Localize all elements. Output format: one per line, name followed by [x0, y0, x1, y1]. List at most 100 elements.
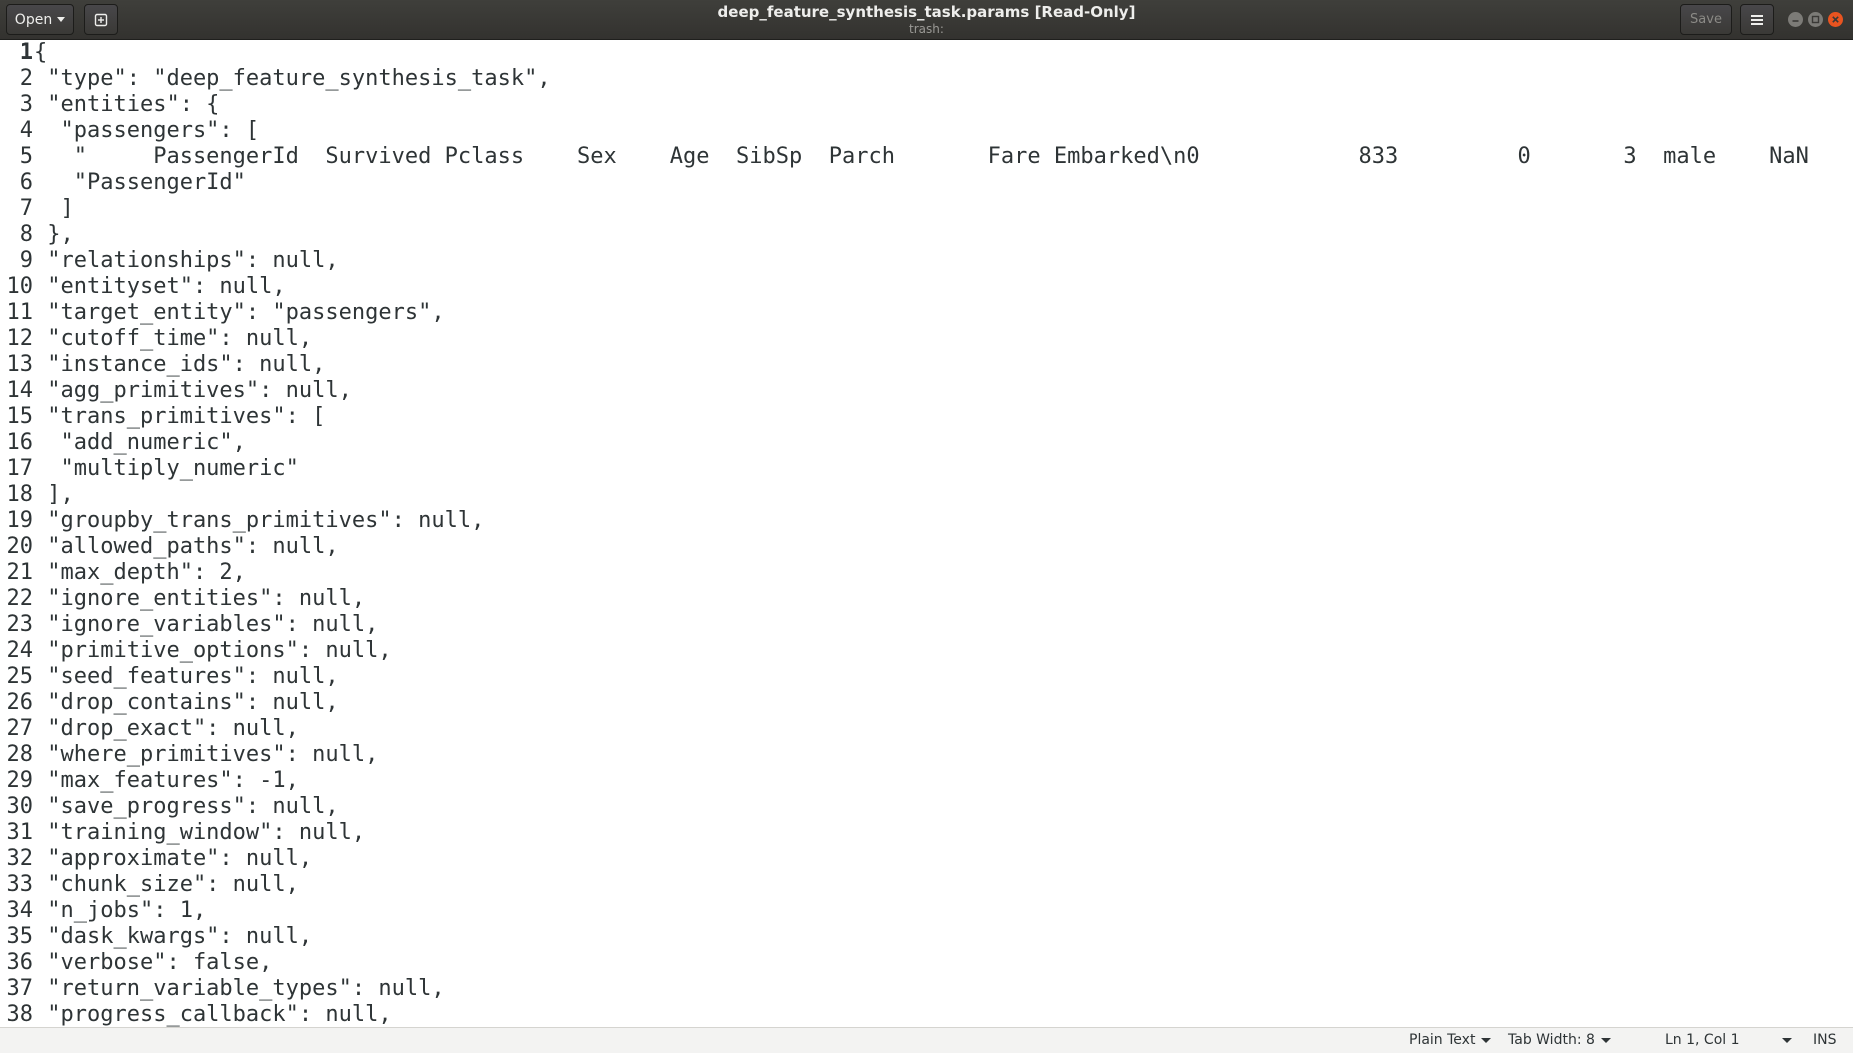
code-line[interactable]: 29 "max_features": -1, — [0, 768, 299, 794]
open-button[interactable]: Open — [6, 4, 74, 35]
line-text: "training_window": null, — [34, 820, 366, 845]
code-line[interactable]: 10 "entityset": null, — [0, 274, 286, 300]
code-line[interactable]: 3 "entities": { — [0, 92, 220, 118]
maximize-icon — [1811, 15, 1820, 24]
status-bar: Plain Text Tab Width: 8 Ln 1, Col 1 INS — [0, 1027, 1853, 1053]
code-line[interactable]: 7 ] — [0, 196, 74, 222]
code-line[interactable]: 6 "PassengerId" — [0, 170, 246, 196]
save-button[interactable]: Save — [1680, 4, 1732, 35]
line-text: "seed_features": null, — [34, 664, 339, 689]
line-number: 38 — [6, 1002, 34, 1027]
line-number: 35 — [6, 924, 34, 949]
line-text: "trans_primitives": [ — [34, 404, 326, 429]
code-line[interactable]: 9 "relationships": null, — [0, 248, 339, 274]
tab-width-selector[interactable]: Tab Width: 8 — [1508, 1032, 1611, 1048]
code-line[interactable]: 25 "seed_features": null, — [0, 664, 339, 690]
line-text: "PassengerId" — [34, 170, 246, 195]
code-line[interactable]: 26 "drop_contains": null, — [0, 690, 339, 716]
line-text: "dask_kwargs": null, — [34, 924, 313, 949]
line-number: 11 — [6, 300, 34, 325]
window-subtitle: trash: — [909, 22, 944, 36]
cursor-position-label: Ln 1, Col 1 — [1665, 1032, 1740, 1048]
line-text: "progress_callback": null, — [34, 1002, 392, 1027]
line-text: "cutoff_time": null, — [34, 326, 313, 351]
code-line[interactable]: 13 "instance_ids": null, — [0, 352, 326, 378]
line-number: 31 — [6, 820, 34, 845]
code-line[interactable]: 33 "chunk_size": null, — [0, 872, 299, 898]
close-icon — [1832, 16, 1839, 23]
line-number: 20 — [6, 534, 34, 559]
code-line[interactable]: 4 "passengers": [ — [0, 118, 259, 144]
line-number: 12 — [6, 326, 34, 351]
close-button[interactable] — [1828, 12, 1843, 27]
code-line[interactable]: 28 "where_primitives": null, — [0, 742, 379, 768]
language-label: Plain Text — [1409, 1032, 1476, 1048]
line-text: "relationships": null, — [34, 248, 339, 273]
line-number: 21 — [6, 560, 34, 585]
menu-button[interactable] — [1740, 4, 1774, 35]
line-number: 16 — [6, 430, 34, 455]
line-text: "verbose": false, — [34, 950, 273, 975]
code-line[interactable]: 14 "agg_primitives": null, — [0, 378, 352, 404]
line-number: 34 — [6, 898, 34, 923]
line-number: 1 — [19, 40, 33, 65]
line-text: "target_entity": "passengers", — [34, 300, 445, 325]
hamburger-menu-icon — [1751, 14, 1763, 25]
line-number: 28 — [6, 742, 34, 767]
code-line[interactable]: 12 "cutoff_time": null, — [0, 326, 313, 352]
code-line[interactable]: 23 "ignore_variables": null, — [0, 612, 379, 638]
code-line[interactable]: 18 ], — [0, 482, 74, 508]
line-text: "multiply_numeric" — [34, 456, 299, 481]
maximize-button[interactable] — [1808, 12, 1823, 27]
line-number: 2 — [19, 66, 33, 91]
code-line[interactable]: 21 "max_depth": 2, — [0, 560, 246, 586]
code-line[interactable]: 17 "multiply_numeric" — [0, 456, 299, 482]
minimize-button[interactable] — [1788, 12, 1803, 27]
code-line[interactable]: 15 "trans_primitives": [ — [0, 404, 326, 430]
line-text: "entities": { — [34, 92, 220, 117]
line-text: "type": "deep_feature_synthesis_task", — [34, 66, 551, 91]
code-line[interactable]: 31 "training_window": null, — [0, 820, 366, 846]
code-line[interactable]: 35 "dask_kwargs": null, — [0, 924, 313, 950]
code-line[interactable]: 32 "approximate": null, — [0, 846, 313, 872]
line-number: 7 — [19, 196, 33, 221]
code-line[interactable]: 11 "target_entity": "passengers", — [0, 300, 445, 326]
code-line[interactable]: 27 "drop_exact": null, — [0, 716, 299, 742]
line-text: "entityset": null, — [34, 274, 286, 299]
insert-mode-indicator[interactable]: INS — [1813, 1032, 1837, 1048]
cursor-position-selector[interactable]: Ln 1, Col 1 — [1665, 1032, 1792, 1048]
code-line[interactable]: 2 "type": "deep_feature_synthesis_task", — [0, 66, 551, 92]
text-editor[interactable]: 1{2 "type": "deep_feature_synthesis_task… — [0, 40, 1853, 1027]
line-number: 37 — [6, 976, 34, 1001]
header-bar: Open deep_feature_synthesis_task.params … — [0, 0, 1853, 40]
code-line[interactable]: 34 "n_jobs": 1, — [0, 898, 207, 924]
code-line[interactable]: 19 "groupby_trans_primitives": null, — [0, 508, 485, 534]
line-text: "save_progress": null, — [34, 794, 339, 819]
code-line[interactable]: 24 "primitive_options": null, — [0, 638, 392, 664]
code-line[interactable]: 37 "return_variable_types": null, — [0, 976, 445, 1002]
code-line[interactable]: 1{ — [0, 40, 48, 66]
code-line[interactable]: 36 "verbose": false, — [0, 950, 273, 976]
chevron-down-icon — [1781, 1037, 1792, 1043]
line-text: "ignore_entities": null, — [34, 586, 366, 611]
line-number: 32 — [6, 846, 34, 871]
line-text: ] — [34, 196, 74, 221]
code-line[interactable]: 16 "add_numeric", — [0, 430, 246, 456]
code-line[interactable]: 38 "progress_callback": null, — [0, 1002, 392, 1027]
line-text: "passengers": [ — [34, 118, 260, 143]
code-line[interactable]: 30 "save_progress": null, — [0, 794, 339, 820]
line-number: 15 — [6, 404, 34, 429]
code-line[interactable]: 5 " PassengerId Survived Pclass Sex Age … — [0, 144, 1853, 170]
line-text: "allowed_paths": null, — [34, 534, 339, 559]
code-line[interactable]: 22 "ignore_entities": null, — [0, 586, 366, 612]
language-selector[interactable]: Plain Text — [1409, 1032, 1492, 1048]
line-number: 36 — [6, 950, 34, 975]
line-text: " PassengerId Survived Pclass Sex Age Si… — [34, 144, 1853, 169]
code-line[interactable]: 20 "allowed_paths": null, — [0, 534, 339, 560]
new-document-button[interactable] — [84, 4, 118, 35]
line-text: "where_primitives": null, — [34, 742, 379, 767]
code-line[interactable]: 8 }, — [0, 222, 74, 248]
line-number: 27 — [6, 716, 34, 741]
line-text: "n_jobs": 1, — [34, 898, 207, 923]
line-text: "approximate": null, — [34, 846, 313, 871]
